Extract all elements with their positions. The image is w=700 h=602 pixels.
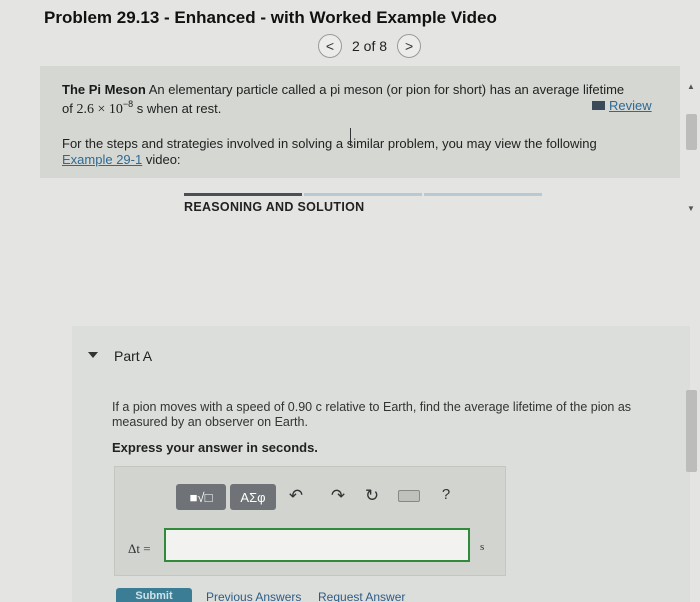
- undo-icon[interactable]: ↶: [286, 486, 306, 506]
- outer-scrollbar-thumb[interactable]: [686, 390, 697, 472]
- scroll-down-icon[interactable]: ▼: [687, 204, 695, 213]
- part-a-instruction: Express your answer in seconds.: [112, 440, 318, 455]
- answer-input[interactable]: [164, 528, 470, 562]
- collapse-triangle-icon[interactable]: [88, 352, 98, 358]
- templates-button[interactable]: ■√□: [176, 484, 226, 510]
- answer-unit: s: [480, 541, 485, 553]
- review-icon: [592, 101, 605, 110]
- problem-intro: The Pi Meson An elementary particle call…: [62, 82, 662, 117]
- video-tab-3[interactable]: [424, 193, 542, 196]
- video-tab-active[interactable]: [184, 193, 302, 196]
- lifetime-mantissa: 2.6 × 10: [76, 102, 123, 117]
- section-label: REASONING AND SOLUTION: [184, 200, 365, 214]
- previous-problem-button[interactable]: <: [318, 34, 342, 58]
- reset-icon[interactable]: ↻: [362, 486, 382, 506]
- lifetime-exponent: −8: [122, 99, 134, 109]
- submit-button[interactable]: Submit: [116, 588, 192, 602]
- scroll-up-icon[interactable]: ▲: [687, 82, 695, 91]
- video-tab-2[interactable]: [304, 193, 422, 196]
- steps-text: For the steps and strategies involved in…: [62, 136, 597, 151]
- redo-icon[interactable]: ↷: [328, 486, 348, 506]
- keyboard-icon[interactable]: [398, 490, 420, 502]
- review-link[interactable]: Review: [592, 98, 652, 113]
- problem-position: 2 of 8: [352, 38, 388, 54]
- intro-heading: The Pi Meson: [62, 82, 146, 97]
- scrollbar-thumb[interactable]: [686, 114, 697, 150]
- steps-paragraph: For the steps and strategies involved in…: [62, 136, 662, 168]
- greek-symbols-button[interactable]: ΑΣφ: [230, 484, 276, 510]
- help-icon[interactable]: ?: [436, 486, 456, 503]
- example-suffix: video:: [145, 152, 181, 167]
- intro-suffix: s when at rest.: [136, 101, 222, 116]
- example-video-link[interactable]: Example 29-1: [62, 152, 142, 167]
- intro-prefix: of: [62, 101, 73, 116]
- intro-sentence: An elementary particle called a pi meson…: [148, 82, 625, 97]
- answer-label: Δt =: [128, 541, 151, 556]
- part-a-label[interactable]: Part A: [114, 348, 152, 364]
- review-label: Review: [609, 98, 652, 113]
- problem-title: Problem 29.13 - Enhanced - with Worked E…: [44, 8, 497, 27]
- part-a-question: If a pion moves with a speed of 0.90 c r…: [112, 400, 632, 429]
- problem-pager: < 2 of 8 >: [318, 34, 422, 58]
- request-answer-link[interactable]: Request Answer: [318, 590, 405, 602]
- previous-answers-link[interactable]: Previous Answers: [206, 590, 301, 602]
- next-problem-button[interactable]: >: [397, 34, 422, 58]
